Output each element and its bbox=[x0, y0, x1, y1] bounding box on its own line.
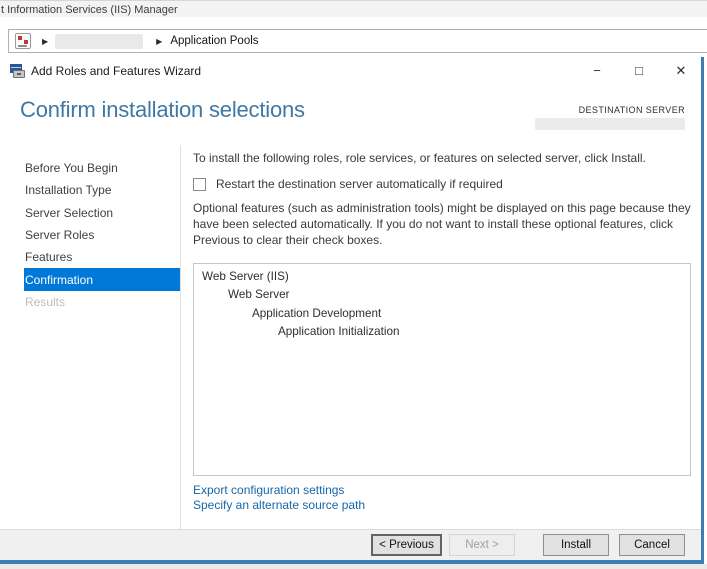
wizard-titlebar: Add Roles and Features Wizard − □ ✕ bbox=[0, 57, 701, 85]
optional-features-note: Optional features (such as administratio… bbox=[193, 201, 691, 248]
minimize-icon[interactable]: − bbox=[590, 63, 604, 79]
tree-item-web-server: Web Server bbox=[228, 288, 290, 302]
confirmation-content: To install the following roles, role ser… bbox=[193, 148, 691, 514]
background-strip bbox=[0, 564, 707, 569]
close-icon[interactable]: ✕ bbox=[674, 63, 688, 79]
wizard-app-icon bbox=[10, 64, 25, 78]
breadcrumb-item-application-pools[interactable]: Application Pools bbox=[170, 35, 258, 47]
tree-item-application-development: Application Development bbox=[252, 306, 382, 320]
chevron-right-icon[interactable]: ▶ bbox=[42, 37, 48, 46]
wizard-title: Add Roles and Features Wizard bbox=[31, 64, 202, 78]
previous-button[interactable]: < Previous bbox=[371, 534, 442, 556]
nav-item-installation-type[interactable]: Installation Type bbox=[24, 179, 180, 201]
restart-server-checkbox[interactable] bbox=[193, 177, 206, 191]
nav-item-confirmation[interactable]: Confirmation bbox=[24, 268, 180, 291]
selected-features-list[interactable]: Web Server (IIS) Web Server Application … bbox=[193, 262, 691, 476]
iis-site-icon[interactable] bbox=[15, 33, 31, 49]
wizard-step-nav: Before You Begin Installation Type Serve… bbox=[0, 157, 180, 313]
nav-item-results: Results bbox=[25, 294, 66, 309]
nav-item-before-you-begin[interactable]: Before You Begin bbox=[24, 157, 180, 179]
iis-window-title: t Information Services (IIS) Manager bbox=[1, 4, 178, 16]
nav-item-features[interactable]: Features bbox=[24, 246, 180, 268]
breadcrumb-server-name-redacted[interactable] bbox=[55, 33, 144, 49]
destination-server-name-redacted bbox=[535, 118, 685, 130]
nav-item-server-selection[interactable]: Server Selection bbox=[24, 202, 180, 224]
next-button: Next > bbox=[449, 534, 515, 556]
nav-content-divider bbox=[180, 145, 181, 529]
export-configuration-link[interactable]: Export configuration settings bbox=[193, 483, 691, 499]
wizard-footer: < Previous Next > Install Cancel bbox=[0, 529, 701, 560]
alternate-source-path-link[interactable]: Specify an alternate source path bbox=[193, 498, 691, 514]
chevron-right-icon[interactable]: ▶ bbox=[156, 37, 162, 46]
add-roles-features-wizard-window: Add Roles and Features Wizard − □ ✕ Conf… bbox=[0, 57, 704, 564]
cancel-button[interactable]: Cancel bbox=[619, 534, 685, 556]
breadcrumb: ▶ ▶ Application Pools bbox=[8, 29, 707, 53]
tree-item-application-initialization: Application Initialization bbox=[278, 325, 400, 339]
nav-item-server-roles[interactable]: Server Roles bbox=[24, 224, 180, 246]
maximize-icon[interactable]: □ bbox=[632, 63, 646, 79]
intro-text: To install the following roles, role ser… bbox=[193, 151, 646, 165]
tree-item-web-server-iis: Web Server (IIS) bbox=[202, 269, 289, 283]
destination-server-label: DESTINATION SERVER bbox=[578, 105, 685, 115]
page-title: Confirm installation selections bbox=[20, 97, 305, 122]
restart-server-checkbox-label[interactable]: Restart the destination server automatic… bbox=[216, 177, 503, 191]
install-button[interactable]: Install bbox=[543, 534, 609, 556]
iis-window-titlebar: t Information Services (IIS) Manager bbox=[0, 0, 707, 17]
